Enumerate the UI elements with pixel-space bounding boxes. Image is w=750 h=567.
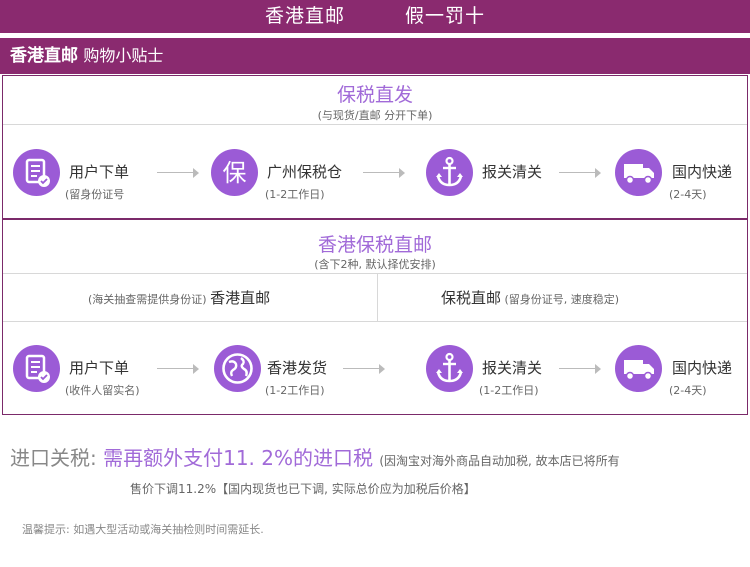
top-banner: 香港直邮 假一罚十 [0,0,750,33]
step-label: 国内快递 [672,163,733,181]
delivery-truck-icon [615,345,662,392]
delivery-truck-icon [615,149,662,196]
step-note: (1-2工作日) [265,384,325,397]
step-note: (1-2工作日) [479,384,539,397]
arrow-icon [157,168,199,178]
step-label: 报关清关 [482,163,543,181]
step-note: (2-4天) [669,384,707,397]
tax-note-continued: 售价下调11.2%【国内现货也已下调, 实际总价应为加税后价格】 [130,482,476,496]
step-label: 广州保税仓 [267,163,343,181]
step-label: 香港发货 [267,359,328,377]
section-title: 香港保税直邮 [317,234,432,256]
step-label: 国内快递 [672,359,733,377]
tips-header-title: 香港直邮 [10,46,78,66]
tips-header: 香港直邮 购物小贴士 [0,38,750,74]
globe-icon [214,345,261,392]
import-tax-notice: 进口关税: 需再额外支付11. 2%的进口税 (因淘宝对海外商品自动加税, 故本… [10,445,742,474]
arrow-icon [343,364,385,374]
divider [377,273,378,321]
arrow-icon [363,168,405,178]
option-note: (海关抽查需提供身份证) [88,293,207,306]
tax-label: 进口关税: [10,446,97,470]
arrow-icon [559,364,601,374]
tax-note: (因淘宝对海外商品自动加税, 故本店已将所有 [379,454,620,468]
document-check-icon [13,149,60,196]
tips-header-subtitle: 购物小贴士 [83,46,164,65]
top-banner-left: 香港直邮 [264,5,345,27]
warm-tip: 温馨提示: 如遇大型活动或海关抽检则时间需延长. [22,523,264,536]
hk-bonded-direct-panel: 香港保税直邮 (含下2种, 默认择优安排) (海关抽查需提供身份证) 香港直邮 … [2,219,748,415]
divider [3,273,747,274]
step-label: 用户下单 [69,359,130,377]
option-label: 保税直邮 [441,289,502,307]
arrow-icon [559,168,601,178]
step-label: 用户下单 [69,163,130,181]
anchor-icon [426,149,473,196]
option-note: (留身份证号, 速度稳定) [504,293,620,306]
divider [3,321,747,322]
step-note: (收件人留实名) [65,384,140,397]
option-hk-direct: (海关抽查需提供身份证) 香港直邮 [88,287,270,308]
section-subtitle: (与现货/直邮 分开下单) [317,109,433,122]
section-title: 保税直发 [336,84,413,106]
svg-text:保: 保 [223,159,247,187]
step-note: (留身份证号 [65,188,125,201]
tax-highlight: 需再额外支付11. 2%的进口税 [103,446,374,470]
bonded-warehouse-icon: 保 [211,149,258,196]
option-bonded-direct: 保税直邮 (留身份证号, 速度稳定) [441,287,619,308]
step-note: (2-4天) [669,188,707,201]
divider [3,124,747,125]
anchor-icon [426,345,473,392]
document-check-icon [13,345,60,392]
option-label: 香港直邮 [210,289,271,307]
step-label: 报关清关 [482,359,543,377]
step-note: (1-2工作日) [265,188,325,201]
arrow-icon [157,364,199,374]
section-subtitle: (含下2种, 默认择优安排) [314,258,436,271]
top-banner-right: 假一罚十 [405,5,486,27]
bonded-direct-panel: 保税直发 (与现货/直邮 分开下单) 用户下单 (留身份证号 保 广州保税仓 (… [2,75,748,219]
